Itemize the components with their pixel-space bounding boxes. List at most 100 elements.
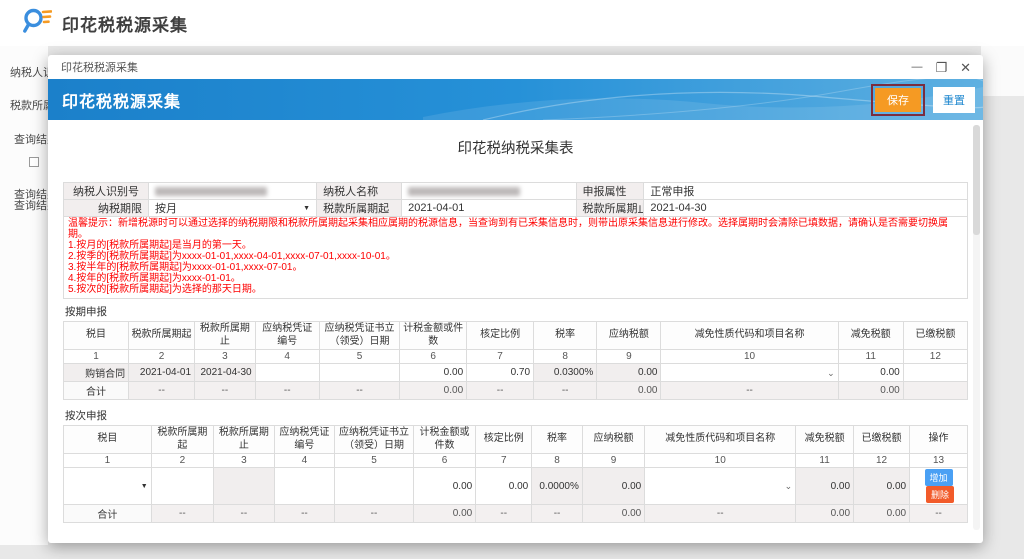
per-time-declaration-table: 税目 税款所属期起 税款所属期止 应纳税凭证编号 应纳税凭证书立（领受）日期 计… [63,425,968,523]
total-cell: -- [255,382,319,400]
col-number: 6 [413,454,475,468]
period-start-input[interactable]: 2021-04-01 [402,200,576,217]
minimize-icon[interactable]: — [911,62,922,73]
delete-row-button[interactable]: 删除 [926,486,954,503]
total-reduction: 0.00 [838,382,903,400]
total-cell: -- [661,382,838,400]
col-header: 税款所属期起 [129,322,195,350]
per-time-data-row: ▼ 0.00 0.00 0.0000% 0.00 ⌄ 0.00 0.00 [64,468,968,505]
notice-block: 温馨提示：新增税源时可以通过选择的纳税期限和税款所属期起采集相应属期的税源信息，… [63,217,968,299]
total-cell: -- [335,505,414,523]
col-number: 3 [214,454,275,468]
col-header: 应纳税凭证书立（领受）日期 [335,426,414,454]
total-cell: -- [129,382,195,400]
modal-titlebar: 印花税税源采集 — ❐ ✕ [48,55,983,79]
declare-attr-label: 申报属性 [576,183,644,200]
tax-payable-cell: 0.00 [597,364,661,382]
page-title: 印花税税源采集 [62,11,188,36]
voucher-date-input[interactable] [319,364,399,382]
voucher-date-input[interactable] [335,468,414,505]
col-header: 核定比例 [476,426,532,454]
per-time-number-row: 1 2 3 4 5 6 7 8 9 10 11 12 13 [64,454,968,468]
period-end-value: 2021-04-30 [644,200,968,217]
tax-base-input[interactable]: 0.00 [413,468,475,505]
modal-banner: 印花税税源采集 保存 重置 [48,79,983,120]
total-tax-base: 0.00 [400,382,467,400]
reset-button[interactable]: 重置 [933,87,975,113]
col-number: 11 [796,454,854,468]
scrollbar-thumb[interactable] [973,125,980,235]
col-number: 2 [129,350,195,364]
reduction-amount-cell: 0.00 [796,468,854,505]
tax-term-value: 按月 [155,200,177,216]
total-cell: -- [476,505,532,523]
col-header: 税目 [64,426,152,454]
reduction-select[interactable]: ⌄ [645,468,796,505]
taxpayer-id-label: 纳税人识别号 [64,183,149,200]
restore-icon[interactable]: ❐ [935,61,947,74]
col-header: 应纳税凭证编号 [274,426,335,454]
periodic-declaration-table: 税目 税款所属期起 税款所属期止 应纳税凭证编号 应纳税凭证书立（领受）日期 计… [63,321,968,400]
verify-ratio-input[interactable]: 0.00 [476,468,532,505]
notice-line: 2.按季的[税款所属期起]为xxxx-01-01,xxxx-04-01,xxxx… [68,251,963,262]
paid-amount-cell: 0.00 [854,468,910,505]
reduction-select[interactable]: ⌄ [661,364,838,382]
col-number: 5 [319,350,399,364]
save-highlight-annotation: 保存 [871,84,925,116]
notice-line: 温馨提示：新增税源时可以通过选择的纳税期限和税款所属期起采集相应属期的税源信息，… [68,218,963,240]
total-cell: -- [534,382,597,400]
total-tax-payable: 0.00 [582,505,644,523]
tax-item-cell: 购销合同 [64,364,129,382]
col-header: 应纳税额 [582,426,644,454]
total-tax-base: 0.00 [413,505,475,523]
voucher-no-input[interactable] [255,364,319,382]
reduction-amount-input[interactable]: 0.00 [838,364,903,382]
tax-rate-cell: 0.0000% [532,468,583,505]
paid-amount-input[interactable] [903,364,967,382]
background-panel-left: 纳税人识 税款所属 查询结果 查询结果 查询结果 [0,46,48,545]
tax-base-input[interactable]: 0.00 [400,364,467,382]
select-arrow-icon: ▼ [141,483,148,490]
col-header: 应纳税额 [597,322,661,350]
period-start-input[interactable] [151,468,213,505]
col-header: 计税金额或件数 [413,426,475,454]
screen: 印花税税源采集 纳税人识 税款所属 查询结果 查询结果 查询结果 印花税税源采集… [0,0,1024,559]
background-checkbox[interactable] [29,157,39,167]
tax-rate-cell: 0.0300% [534,364,597,382]
total-cell: -- [532,505,583,523]
modal-scrollbar[interactable] [973,125,980,530]
tax-term-select[interactable]: 按月 ▼ [148,200,316,217]
col-number: 4 [274,454,335,468]
save-button[interactable]: 保存 [875,88,921,112]
total-cell: -- [319,382,399,400]
close-icon[interactable]: ✕ [960,61,971,74]
voucher-no-input[interactable] [274,468,335,505]
app-header: 印花税税源采集 [0,0,1024,46]
col-number: 7 [467,350,534,364]
col-header: 核定比例 [467,322,534,350]
notice-line: 4.按年的[税款所属期起]为xxxx-01-01。 [68,273,963,284]
modal-window-title: 印花税税源采集 [61,59,138,75]
col-header: 减免性质代码和项目名称 [645,426,796,454]
notice-line: 3.按半年的[税款所属期起]为xxxx-01-01,xxxx-07-01。 [68,262,963,273]
notice-line: 5.按次的[税款所属期起]为选择的那天日期。 [68,284,963,295]
col-number: 1 [64,454,152,468]
col-number: 3 [195,350,256,364]
col-header: 已缴税额 [854,426,910,454]
notice-line: 1.按月的[税款所属期起]是当月的第一天。 [68,240,963,251]
col-number: 12 [854,454,910,468]
col-header: 已缴税额 [903,322,967,350]
col-number: 10 [661,350,838,364]
col-number: 9 [597,350,661,364]
section-label-per-time: 按次申报 [63,408,968,423]
modal-body: 印花税纳税采集表 纳税人识别号 纳税人名称 申报属性 正常申报 纳税期限 [48,120,983,523]
tax-item-select[interactable]: ▼ [64,468,152,505]
add-row-button[interactable]: 增加 [925,469,953,486]
stamp-tax-collection-modal: 印花税税源采集 — ❐ ✕ 印花税税源采集 保存 重置 印花税纳税采集表 [48,55,983,543]
redacted-taxpayer-name [408,187,520,196]
col-number: 12 [903,350,967,364]
total-label: 合计 [64,382,129,400]
col-number: 4 [255,350,319,364]
verify-ratio-input[interactable]: 0.70 [467,364,534,382]
col-number: 11 [838,350,903,364]
